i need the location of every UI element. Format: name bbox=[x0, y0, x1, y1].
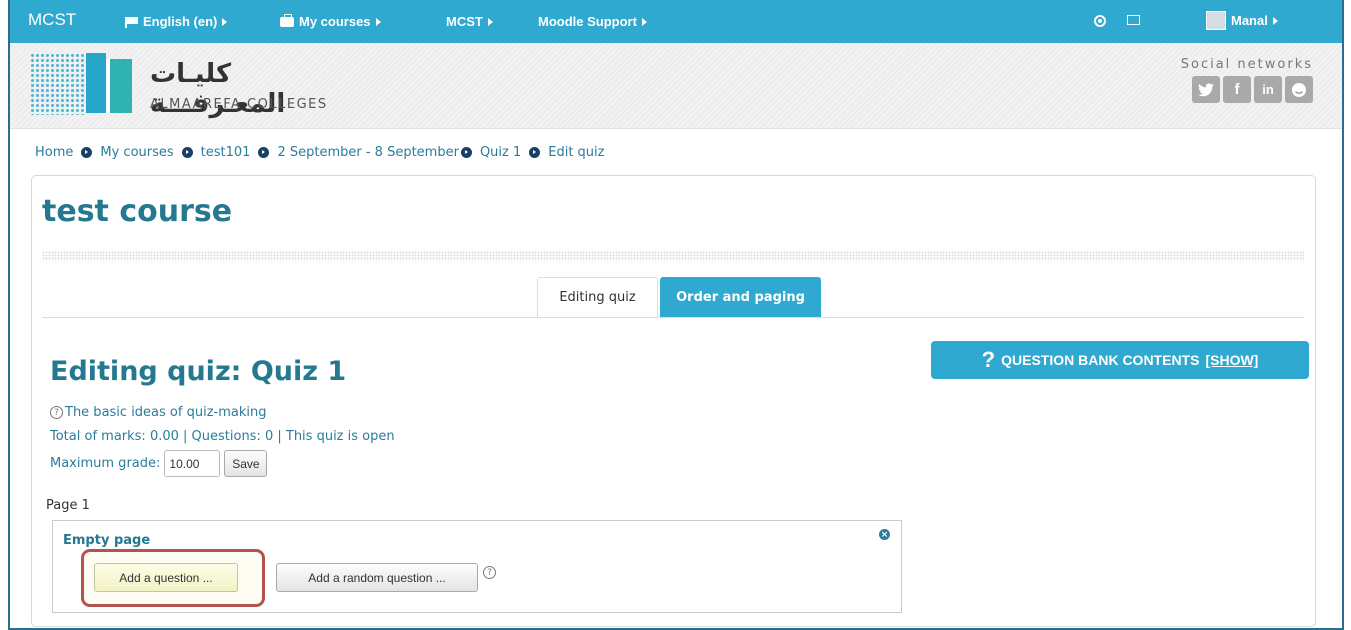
breadcrumb-edit-quiz: Edit quiz bbox=[548, 145, 605, 160]
user-menu[interactable]: Manal bbox=[1206, 11, 1278, 30]
notification-icon bbox=[1094, 15, 1106, 27]
help-icon[interactable]: ? bbox=[483, 566, 496, 579]
avatar bbox=[1206, 11, 1226, 30]
caret-right-icon bbox=[1272, 16, 1278, 25]
quiz-page-box: Empty page × Add a question ... Add a ra… bbox=[52, 520, 902, 613]
messages-button[interactable] bbox=[1127, 15, 1140, 25]
logo-book bbox=[86, 53, 106, 113]
linkedin-icon[interactable]: in bbox=[1254, 76, 1282, 103]
quiz-summary: Total of marks: 0.00 | Questions: 0 | Th… bbox=[50, 429, 395, 444]
save-button[interactable]: Save bbox=[224, 450, 268, 477]
tab-editing-quiz[interactable]: Editing quiz bbox=[537, 277, 658, 318]
breadcrumb-quiz[interactable]: Quiz 1 bbox=[480, 145, 521, 160]
breadcrumb-my-courses[interactable]: My courses bbox=[100, 145, 173, 160]
chevron-right-icon bbox=[181, 147, 193, 158]
briefcase-icon bbox=[280, 13, 294, 27]
page-label: Page 1 bbox=[46, 498, 90, 513]
social-icons: f in bbox=[1181, 76, 1313, 103]
breadcrumb: Home My courses test101 2 September - 8 … bbox=[35, 145, 604, 160]
mcst-label: MCST bbox=[446, 14, 483, 29]
chevron-right-icon bbox=[81, 147, 93, 158]
site-header: كليـات المعـرفـــة ALMAAREFA COLLEGES So… bbox=[10, 43, 1342, 129]
add-random-question-button[interactable]: Add a random question ... bbox=[276, 563, 478, 592]
language-menu[interactable]: English (en) bbox=[125, 14, 228, 29]
breadcrumb-section[interactable]: 2 September - 8 September bbox=[277, 145, 458, 160]
browser-frame: MCST English (en) My courses MCST Moodle… bbox=[8, 0, 1344, 630]
header-divider bbox=[42, 251, 1304, 261]
chevron-right-icon bbox=[258, 147, 270, 158]
logo-english-text: ALMAAREFA COLLEGES bbox=[150, 97, 328, 112]
max-grade-row: Maximum grade: Save bbox=[50, 450, 268, 477]
facebook-icon[interactable]: f bbox=[1223, 76, 1251, 103]
add-question-button[interactable]: Add a question ... bbox=[94, 563, 238, 592]
site-brand[interactable]: MCST bbox=[28, 10, 76, 30]
question-bank-label: QUESTION BANK CONTENTS bbox=[1001, 352, 1200, 368]
max-grade-label: Maximum grade: bbox=[50, 456, 161, 471]
caret-right-icon bbox=[641, 17, 647, 26]
logo-dots bbox=[30, 53, 86, 115]
help-icon: ? bbox=[50, 406, 63, 419]
remove-page-icon[interactable]: × bbox=[879, 529, 890, 540]
empty-page-label: Empty page bbox=[63, 533, 151, 548]
quiz-help-link[interactable]: ? The basic ideas of quiz-making bbox=[50, 405, 266, 420]
question-bank-toggle[interactable]: ? QUESTION BANK CONTENTS [SHOW] bbox=[931, 341, 1309, 379]
quiz-help-text: The basic ideas of quiz-making bbox=[65, 405, 267, 420]
my-courses-label: My courses bbox=[299, 14, 371, 29]
chevron-right-icon bbox=[460, 147, 472, 158]
moodle-support-menu[interactable]: Moodle Support bbox=[538, 14, 647, 29]
tabs-divider bbox=[42, 317, 1304, 318]
main-panel: test course Editing quiz Order and pagin… bbox=[31, 175, 1316, 627]
twitter-icon[interactable] bbox=[1192, 76, 1220, 103]
max-grade-input[interactable] bbox=[164, 450, 221, 477]
top-navbar: MCST English (en) My courses MCST Moodle… bbox=[10, 0, 1342, 43]
breadcrumb-home[interactable]: Home bbox=[35, 145, 73, 160]
user-name: Manal bbox=[1231, 13, 1268, 28]
mail-icon bbox=[1127, 15, 1140, 25]
breadcrumb-course[interactable]: test101 bbox=[201, 145, 251, 160]
social-networks: Social networks f in bbox=[1181, 57, 1313, 103]
language-label: English (en) bbox=[143, 14, 218, 29]
course-title: test course bbox=[42, 194, 233, 229]
my-courses-menu[interactable]: My courses bbox=[280, 13, 381, 29]
logo-book bbox=[106, 59, 132, 113]
tab-order-and-paging[interactable]: Order and paging bbox=[660, 277, 821, 318]
flag-icon bbox=[125, 16, 138, 28]
moodle-support-label: Moodle Support bbox=[538, 14, 637, 29]
mcst-menu[interactable]: MCST bbox=[446, 14, 493, 29]
notifications-button[interactable] bbox=[1094, 15, 1106, 27]
question-bank-show-link[interactable]: [SHOW] bbox=[1205, 352, 1258, 368]
caret-right-icon bbox=[375, 17, 381, 26]
page-title: Editing quiz: Quiz 1 bbox=[50, 356, 347, 387]
college-logo[interactable]: كليـات المعـرفـــة ALMAAREFA COLLEGES bbox=[30, 53, 360, 119]
question-mark-icon: ? bbox=[981, 347, 996, 372]
smile-icon[interactable] bbox=[1285, 76, 1313, 103]
social-label: Social networks bbox=[1180, 57, 1313, 72]
caret-right-icon bbox=[222, 17, 228, 26]
caret-right-icon bbox=[487, 17, 493, 26]
chevron-right-icon bbox=[529, 147, 541, 158]
